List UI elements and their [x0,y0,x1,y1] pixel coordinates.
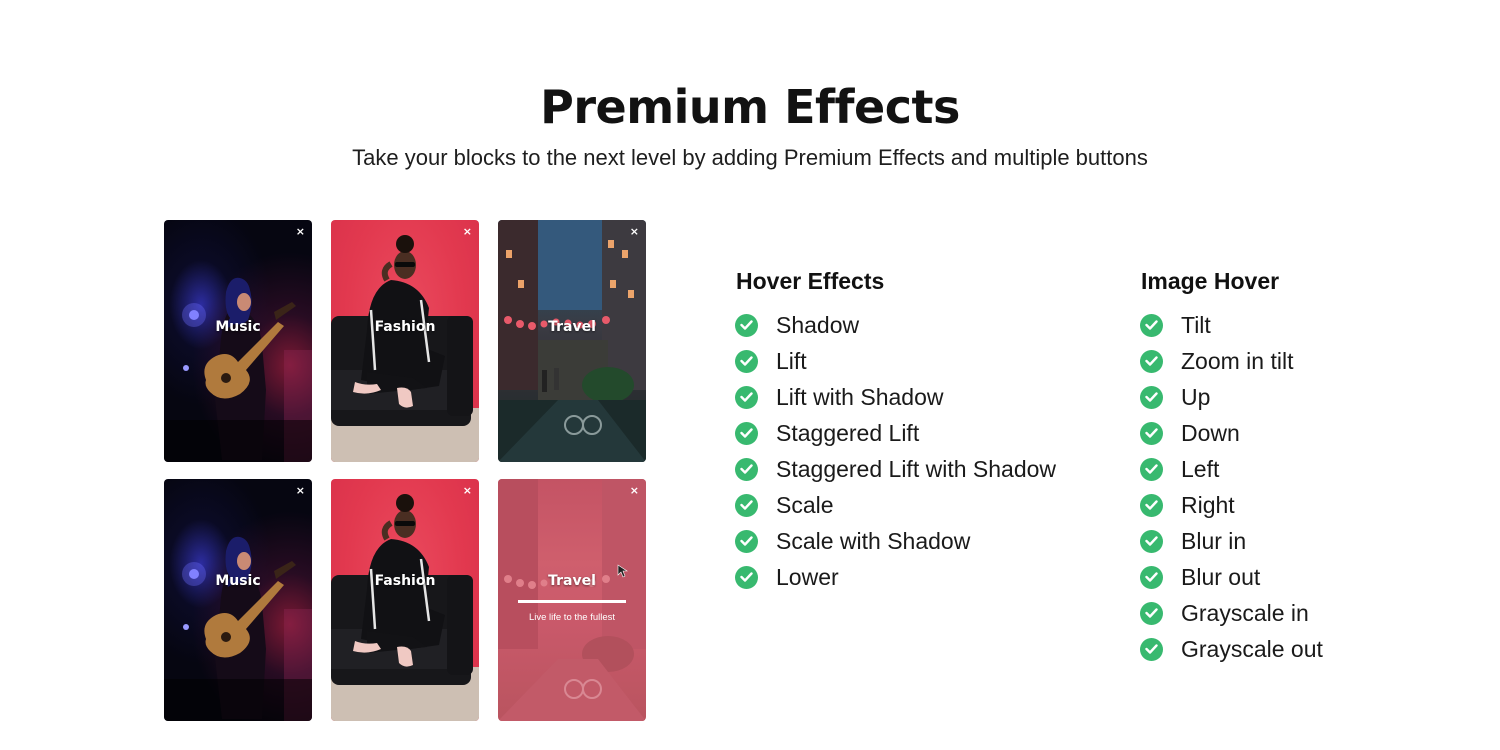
card-tagline: Live life to the fullest [528,612,616,623]
list-item: Right [1140,487,1323,523]
list-item-label: Blur in [1181,527,1247,554]
list-item-label: Lift with Shadow [776,383,944,410]
travel-image [498,220,646,462]
card-travel-hover[interactable]: × Travel Live life to the fullest [498,479,646,721]
close-icon[interactable]: × [296,225,305,239]
list-item-label: Grayscale in [1181,599,1309,626]
close-icon[interactable]: × [296,484,305,498]
list-item-label: Lift [776,347,807,374]
check-circle-icon [1140,565,1163,589]
check-circle-icon [1140,313,1163,337]
close-icon[interactable]: × [463,484,472,498]
list-item-label: Staggered Lift [776,419,920,446]
list-item-label: Scale with Shadow [776,527,971,554]
hover-effects-list: Shadow Lift Lift with Shadow Staggered L… [735,307,1056,595]
check-circle-icon [735,349,758,373]
list-item: Staggered Lift [735,415,1056,451]
list-item: Grayscale in [1140,595,1323,631]
list-item-label: Blur out [1181,563,1261,590]
card-label-fashion: Fashion [374,573,436,589]
list-item: Left [1140,451,1323,487]
list-item-label: Shadow [776,311,860,338]
check-circle-icon [735,529,758,553]
card-fashion[interactable]: × Fashion [331,220,479,462]
check-circle-icon [735,385,758,409]
list-item: Lift with Shadow [735,379,1056,415]
check-circle-icon [1140,637,1163,661]
page-subtitle: Take your blocks to the next level by ad… [352,145,1148,170]
check-circle-icon [1140,493,1163,517]
list-item: Lower [735,559,1056,595]
check-circle-icon [1140,601,1163,625]
list-item-label: Grayscale out [1181,635,1323,662]
check-circle-icon [1140,457,1163,481]
card-label-music: Music [215,573,261,589]
check-circle-icon [1140,421,1163,445]
check-circle-icon [1140,349,1163,373]
music-image [164,220,312,462]
list-item: Up [1140,379,1323,415]
card-travel[interactable]: × Travel [498,220,646,462]
list-item: Grayscale out [1140,631,1323,667]
title-divider [518,600,626,603]
card-label-travel: Travel [548,573,596,589]
fashion-image [331,479,479,721]
image-hover-list: Tilt Zoom in tilt Up Down Left Right Blu… [1140,307,1323,667]
list-item: Shadow [735,307,1056,343]
list-item-label: Tilt [1181,311,1211,338]
list-item: Zoom in tilt [1140,343,1323,379]
list-item-label: Right [1181,491,1235,518]
close-icon[interactable]: × [463,225,472,239]
list-item: Blur in [1140,523,1323,559]
list-item-label: Staggered Lift with Shadow [776,455,1057,482]
list-item-label: Down [1181,419,1240,446]
list-item: Lift [735,343,1056,379]
fashion-image [331,220,479,462]
card-label-travel: Travel [548,319,596,335]
check-circle-icon [735,565,758,589]
hover-effects-title: Hover Effects [736,268,885,294]
check-circle-icon [1140,385,1163,409]
card-fashion-hover[interactable]: × Fashion [331,479,479,721]
list-item-label: Up [1181,383,1211,410]
list-item-label: Lower [776,563,839,590]
check-circle-icon [735,421,758,445]
check-circle-icon [735,493,758,517]
list-item: Blur out [1140,559,1323,595]
close-icon[interactable]: × [630,225,639,239]
page-title: Premium Effects [540,80,960,134]
list-item: Down [1140,415,1323,451]
card-music[interactable]: × Music [164,220,312,462]
list-item-label: Zoom in tilt [1181,347,1294,374]
list-item: Scale [735,487,1056,523]
list-item: Scale with Shadow [735,523,1056,559]
music-image [164,479,312,721]
list-item-label: Left [1181,455,1220,482]
check-circle-icon [735,457,758,481]
check-circle-icon [1140,529,1163,553]
list-item: Staggered Lift with Shadow [735,451,1056,487]
list-item: Tilt [1140,307,1323,343]
card-music-hover[interactable]: × Music [164,479,312,721]
card-label-fashion: Fashion [374,319,436,335]
image-hover-title: Image Hover [1141,268,1280,294]
check-circle-icon [735,313,758,337]
card-label-music: Music [215,319,261,335]
list-item-label: Scale [776,491,834,518]
close-icon[interactable]: × [630,484,639,498]
